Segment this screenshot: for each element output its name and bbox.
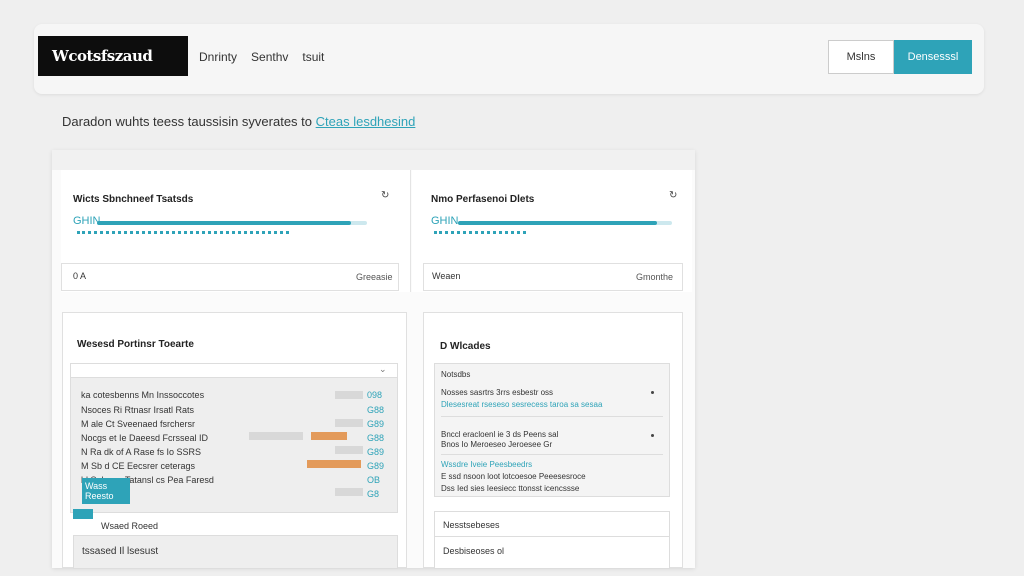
main-nav: Dnrinty Senthv tsuit xyxy=(199,50,324,64)
footer-left: 0 A xyxy=(73,271,87,281)
updates-card: D Wlcades Notsdbs Nosses sasrtrs 3rrs es… xyxy=(423,312,683,569)
row-bar-highlight xyxy=(307,460,361,468)
table-row: ka cotesbenns Mn Inssoccotes xyxy=(81,390,205,400)
intro-link[interactable]: Cteas lesdhesind xyxy=(316,114,416,129)
table-row: M Sb d CE Eecsrer ceterags xyxy=(81,461,196,471)
sub-progress xyxy=(77,230,289,234)
row-value: G89 xyxy=(367,461,385,471)
list-item[interactable]: Nosses sasrtrs 3rrs esbestr oss xyxy=(441,388,553,397)
footer-link[interactable]: Greeasie xyxy=(356,272,393,282)
table-row: N Ra dk of A Rase fs Io SSRS xyxy=(81,447,202,457)
footer-label: Nesstsebeses xyxy=(443,520,500,530)
nav-item-2[interactable]: Senthv xyxy=(251,50,288,64)
bar-label: GHIN xyxy=(431,215,459,227)
card-title: Wicts Sbnchneef Tsatsds xyxy=(73,194,194,205)
row-bar xyxy=(335,446,363,454)
sub-progress xyxy=(434,230,526,234)
row-value: G88 xyxy=(367,433,385,443)
list-item[interactable]: Bnccl eracloenl ie 3 ds Peens sal xyxy=(441,430,558,439)
footer-link[interactable]: Gmonthe xyxy=(636,272,673,282)
list-item[interactable]: Dss Ied sies Ieesiecc ttonsst icencssse xyxy=(441,484,579,493)
refresh-icon[interactable]: ↻ xyxy=(669,190,677,201)
divider xyxy=(441,416,663,417)
updates-list: Notsdbs Nosses sasrtrs 3rrs esbestr oss … xyxy=(434,363,670,497)
list-item[interactable]: E ssd nsoon loot lotcoesoe Peeesesroce xyxy=(441,472,586,481)
row-bar xyxy=(249,432,303,440)
footer-row-text: tssased Il lsesust xyxy=(82,546,159,557)
row-value: G89 xyxy=(367,419,385,429)
card-title: D Wlcades xyxy=(440,341,491,352)
footer-row-text: Desbiseoses ol xyxy=(443,546,505,556)
nav-item-3[interactable]: tsuit xyxy=(302,50,324,64)
table-row: M ale Ct Sveenaed fsrchersr xyxy=(81,419,196,429)
nav-item-1[interactable]: Dnrinty xyxy=(199,50,237,64)
row-bar xyxy=(335,488,363,496)
table-footer-row: tssased Il lsesust xyxy=(73,535,398,569)
row-value: 098 xyxy=(367,390,383,400)
top-navigation-bar: Wcotsfszaud Dnrinty Senthv tsuit Mslns D… xyxy=(34,24,984,94)
updates-footer: Nesstsebeses Desbiseoses ol xyxy=(434,511,670,569)
list-header: Notsdbs xyxy=(441,370,471,379)
row-bar xyxy=(335,419,363,427)
brand-logo[interactable]: Wcotsfszaud xyxy=(38,36,188,76)
row-value: G89 xyxy=(367,447,385,457)
panel-header xyxy=(52,150,695,170)
list-item[interactable]: Bnos Io Meroeseo Jeroesee Gr xyxy=(441,440,552,449)
performance-table-card: Wesesd Portinsr Toearte ⌄ ka cotesbenns … xyxy=(62,312,407,569)
chevron-icon[interactable]: ⌄ xyxy=(379,364,387,375)
dashboard-panel: Wicts Sbnchneef Tsatsds ↻ GHIN 0 A Greea… xyxy=(52,150,695,569)
card-1-footer: 0 A Greeasie xyxy=(61,263,399,291)
section-label: Wsaed Roeed xyxy=(101,521,159,531)
table-header: ⌄ xyxy=(71,364,397,378)
card-title: Wesesd Portinsr Toearte xyxy=(77,339,194,350)
divider xyxy=(441,454,663,455)
intro-text: Daradon wuhts teess taussisin syverates … xyxy=(62,114,313,129)
list-item[interactable]: Wssdre Iveie Peesbeedrs xyxy=(441,460,532,469)
menu-dot-icon[interactable] xyxy=(651,434,654,437)
table-row: Nsoces Ri Rtnasr Irsatl Rats xyxy=(81,405,195,415)
footer-left: Weaen xyxy=(432,271,461,281)
progress-fill xyxy=(458,221,658,225)
primary-button[interactable]: Densesssl xyxy=(894,40,972,74)
highlight-tag[interactable]: Wass Reesto xyxy=(82,478,130,504)
row-bar-highlight xyxy=(311,432,347,440)
row-icon xyxy=(73,509,93,519)
row-value: G88 xyxy=(367,405,385,415)
table-row: Nocgs et Ie Daeesd Fcrsseal ID xyxy=(81,433,209,443)
menu-dot-icon[interactable] xyxy=(651,391,654,394)
divider xyxy=(435,536,669,537)
page-intro: Daradon wuhts teess taussisin syverates … xyxy=(62,114,415,129)
row-bar xyxy=(335,391,363,399)
progress-bar xyxy=(458,221,672,225)
list-item[interactable]: Dlesesreat rseseso sesrecess taroa sa se… xyxy=(441,400,602,409)
secondary-button[interactable]: Mslns xyxy=(828,40,894,74)
row-value: G8 xyxy=(367,489,380,499)
card-2-footer: Weaen Gmonthe xyxy=(423,263,683,291)
progress-bar xyxy=(97,221,367,225)
card-title: Nmo Perfasenoi Dlets xyxy=(431,194,535,205)
progress-fill xyxy=(97,221,351,225)
refresh-icon[interactable]: ↻ xyxy=(381,190,389,201)
row-value: OB xyxy=(367,475,381,485)
